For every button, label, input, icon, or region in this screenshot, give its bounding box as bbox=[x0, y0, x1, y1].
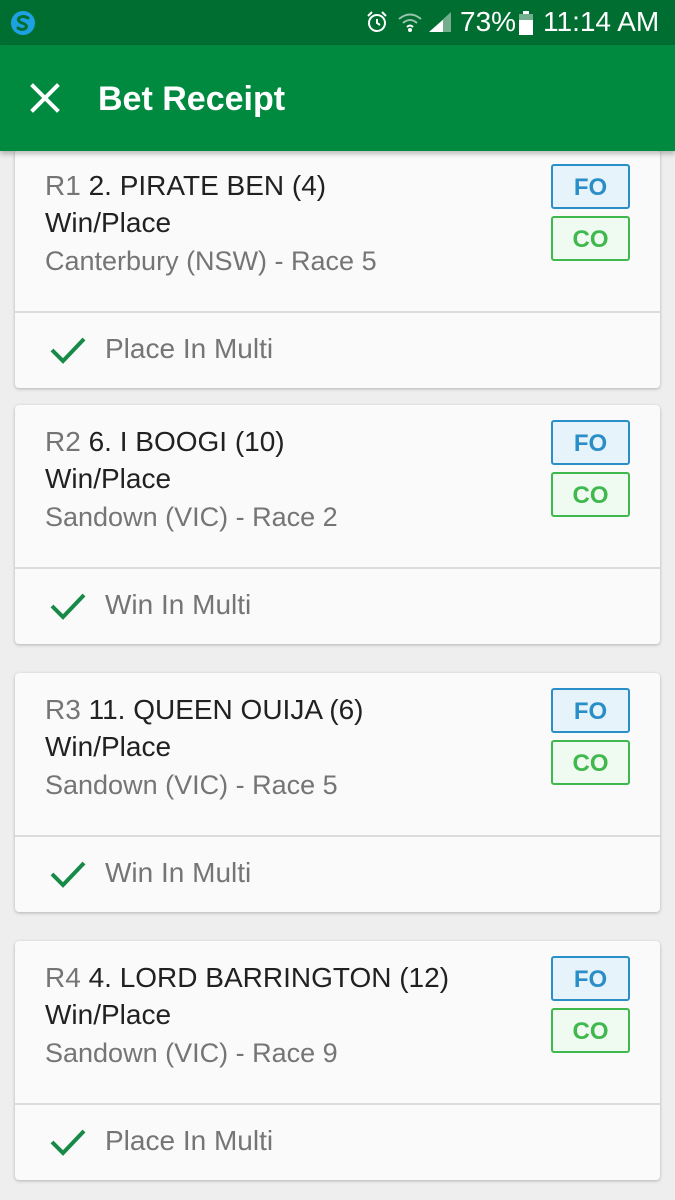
alarm-icon bbox=[367, 11, 387, 32]
app-logo-icon bbox=[11, 11, 35, 35]
current-odds-button[interactable]: CO bbox=[551, 472, 630, 517]
bet-leg-card: R1 2. PIRATE BEN (4) Win/Place Canterbur… bbox=[15, 151, 660, 388]
checkmark-icon bbox=[50, 593, 86, 620]
leg-runner-line: R3 11. QUEEN OUIJA (6) bbox=[45, 693, 363, 727]
runner-name: 2. PIRATE BEN (4) bbox=[88, 170, 327, 201]
status-bar: 73% 11:14 AM bbox=[0, 0, 675, 45]
page-title: Bet Receipt bbox=[98, 80, 286, 118]
venue-race: Sandown (VIC) - Race 2 bbox=[45, 502, 338, 532]
leg-result: Place In Multi bbox=[15, 1105, 660, 1180]
race-number: R1 bbox=[45, 170, 81, 201]
current-odds-button[interactable]: CO bbox=[551, 1008, 630, 1053]
result-label: Win In Multi bbox=[105, 589, 252, 620]
current-odds-button[interactable]: CO bbox=[551, 740, 630, 785]
leg-details: R1 2. PIRATE BEN (4) Win/Place Canterbur… bbox=[15, 151, 660, 311]
bet-leg-card: R2 6. I BOOGI (10) Win/Place Sandown (VI… bbox=[15, 405, 660, 644]
bet-legs-list[interactable]: R1 2. PIRATE BEN (4) Win/Place Canterbur… bbox=[0, 151, 675, 1200]
bet-leg-card: R3 11. QUEEN OUIJA (6) Win/Place Sandown… bbox=[15, 673, 660, 912]
leg-runner-line: R2 6. I BOOGI (10) bbox=[45, 425, 285, 459]
leg-details: R2 6. I BOOGI (10) Win/Place Sandown (VI… bbox=[15, 405, 660, 567]
leg-result: Win In Multi bbox=[15, 569, 660, 644]
result-label: Place In Multi bbox=[105, 1125, 274, 1156]
race-number: R3 bbox=[45, 694, 81, 725]
current-odds-button[interactable]: CO bbox=[551, 216, 630, 261]
bet-type: Win/Place bbox=[45, 731, 172, 762]
venue-race: Canterbury (NSW) - Race 5 bbox=[45, 246, 377, 276]
bet-type: Win/Place bbox=[45, 207, 172, 238]
fixed-odds-button[interactable]: FO bbox=[551, 688, 630, 733]
bet-leg-card: R4 4. LORD BARRINGTON (12) Win/Place San… bbox=[15, 941, 660, 1180]
checkmark-icon bbox=[50, 337, 86, 364]
result-label: Win In Multi bbox=[105, 857, 252, 888]
leg-runner-line: R1 2. PIRATE BEN (4) bbox=[45, 169, 326, 203]
checkmark-icon bbox=[50, 1129, 86, 1156]
signal-icon bbox=[429, 12, 451, 32]
wifi-icon bbox=[398, 13, 422, 32]
runner-name: 11. QUEEN OUIJA (6) bbox=[88, 694, 364, 725]
venue-race: Sandown (VIC) - Race 9 bbox=[45, 1038, 338, 1068]
runner-name: 4. LORD BARRINGTON (12) bbox=[88, 962, 450, 993]
app-bar: Bet Receipt bbox=[0, 45, 675, 151]
fixed-odds-button[interactable]: FO bbox=[551, 956, 630, 1001]
bet-type: Win/Place bbox=[45, 463, 172, 494]
battery-percentage: 73% bbox=[460, 6, 517, 37]
leg-result: Win In Multi bbox=[15, 837, 660, 912]
battery-icon bbox=[519, 11, 533, 35]
race-number: R4 bbox=[45, 962, 81, 993]
result-label: Place In Multi bbox=[105, 333, 274, 364]
fixed-odds-button[interactable]: FO bbox=[551, 420, 630, 465]
checkmark-icon bbox=[50, 861, 86, 888]
runner-name: 6. I BOOGI (10) bbox=[88, 426, 285, 457]
close-icon[interactable] bbox=[28, 81, 62, 115]
leg-result: Place In Multi bbox=[15, 313, 660, 388]
leg-runner-line: R4 4. LORD BARRINGTON (12) bbox=[45, 961, 449, 995]
leg-details: R4 4. LORD BARRINGTON (12) Win/Place San… bbox=[15, 941, 660, 1103]
bet-type: Win/Place bbox=[45, 999, 172, 1030]
venue-race: Sandown (VIC) - Race 5 bbox=[45, 770, 338, 800]
fixed-odds-button[interactable]: FO bbox=[551, 164, 630, 209]
clock: 11:14 AM bbox=[543, 6, 660, 37]
race-number: R2 bbox=[45, 426, 81, 457]
leg-details: R3 11. QUEEN OUIJA (6) Win/Place Sandown… bbox=[15, 673, 660, 835]
